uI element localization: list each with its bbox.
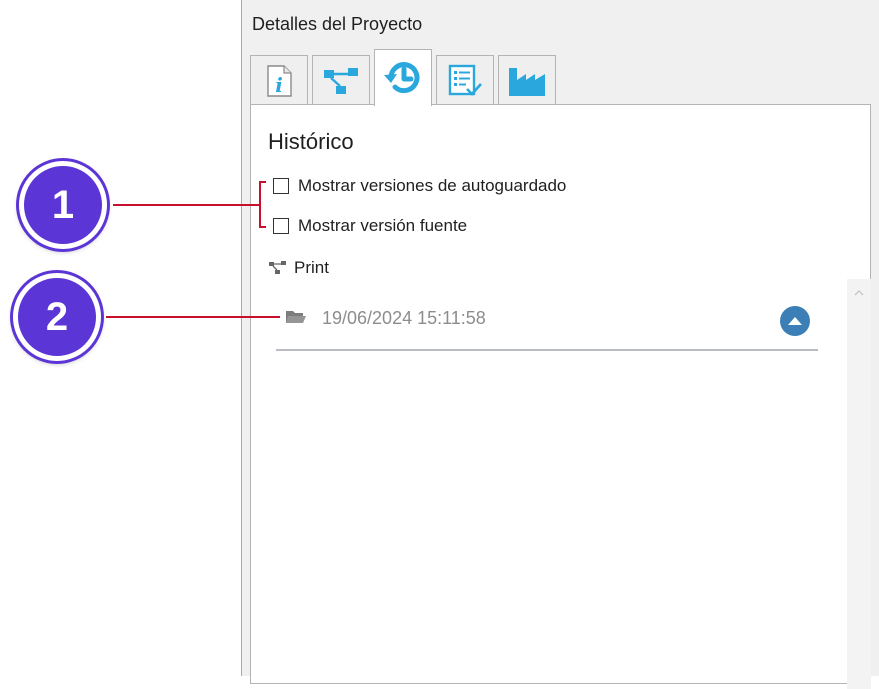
callout-badge-2: 2 [13, 273, 101, 361]
callout-badge-1: 1 [19, 161, 107, 249]
history-icon [384, 62, 420, 94]
callout-connector-lines [106, 181, 280, 318]
tab-history[interactable] [374, 49, 432, 106]
